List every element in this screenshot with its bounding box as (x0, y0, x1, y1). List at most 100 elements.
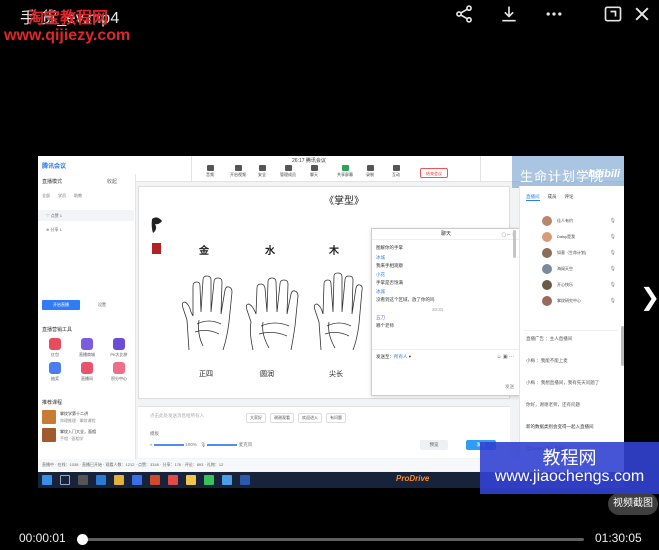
wechat-icon[interactable] (204, 475, 214, 485)
member-row[interactable]: 掌纹研究中心 🎙 (524, 294, 622, 308)
element-metal: 金 (199, 246, 209, 257)
avatar (542, 296, 552, 306)
chat-message: 手掌是否饱满 (376, 280, 403, 285)
app-room[interactable]: 直播间 (74, 362, 100, 382)
tool-share[interactable]: 共享屏幕 (337, 165, 353, 178)
quick-reply[interactable]: 谢谢观看 (270, 413, 294, 423)
member-row[interactable]: Daisy是我 🎙 (524, 230, 622, 244)
tool-members[interactable]: 管理成员 (280, 165, 296, 178)
collapse-button[interactable]: 收起 (107, 178, 117, 185)
quick-reply[interactable]: 有问题 (326, 413, 346, 423)
course-item[interactable]: 掌纹入门大全，面相 手相 · 面相学 (42, 428, 132, 444)
mic-icon[interactable]: 🎙 (610, 250, 616, 256)
windows-start-icon[interactable] (42, 475, 52, 485)
member-row[interactable]: 佳人有约 🎙 (524, 214, 622, 228)
share-icon[interactable] (452, 3, 476, 25)
mic-icon[interactable]: 🎙 (610, 234, 616, 240)
mic-slider[interactable] (207, 443, 238, 446)
app-points[interactable]: 积分中心 (106, 362, 132, 382)
tab-all[interactable]: 全部 (42, 193, 50, 199)
chat-message: 20:31 (432, 307, 444, 312)
chat-scrollbar[interactable] (513, 230, 516, 258)
quick-reply[interactable]: 欢迎进入 (298, 413, 322, 423)
settings-button[interactable]: 设置 (98, 302, 106, 308)
member-name: 掌纹研究中心 (557, 298, 581, 303)
task-view-icon[interactable] (78, 475, 88, 485)
tab-comments[interactable]: 评论 (565, 194, 574, 201)
app-icon[interactable] (240, 475, 250, 485)
mic-icon[interactable]: 🎙 (610, 266, 616, 272)
course-item[interactable]: 掌纹学第十二讲 命理推理 · 掌纹课程 (42, 410, 132, 426)
chat-send-button[interactable]: 发送 (505, 384, 514, 390)
office-icon[interactable] (150, 475, 160, 485)
app-lottery[interactable]: 抽奖 (42, 362, 68, 382)
search-icon[interactable] (60, 475, 70, 485)
end-meeting-button[interactable]: 结束会议 (420, 168, 448, 178)
send-to-selector[interactable]: 发送至：所有人 ▾ (376, 354, 411, 360)
chat-window[interactable]: 聊天 ▢ ⌐ ✕ 图解你的手掌 冰城 我来手相观察 小花 手掌是否饱满 冰城 没看到这个区域… (371, 228, 521, 396)
tools-section-title: 直播营销工具 (42, 327, 73, 333)
message-input[interactable]: 点击此处发送消息给所有人 (150, 413, 204, 419)
tool-chat[interactable]: 聊天 (306, 165, 322, 178)
watermark-cn: 教程网 (542, 448, 597, 469)
close-icon[interactable] (630, 3, 654, 25)
list-item[interactable]: ♡ 点赞 1 (38, 210, 134, 221)
template-toggle[interactable]: 模板 (150, 431, 159, 437)
app-redpacket[interactable]: 红包 (42, 338, 68, 358)
folder-icon[interactable] (114, 475, 124, 485)
comment-scrollbar[interactable] (621, 326, 624, 366)
hand-long-icon (313, 272, 363, 351)
member-row[interactable]: 海阔天空 🎙 (524, 262, 622, 276)
tool-audio[interactable]: 音频 (202, 165, 218, 178)
volume-control[interactable]: ◐ 100% 🎙 麦克风 (150, 442, 252, 448)
tab-assistants[interactable]: 助教 (74, 193, 82, 199)
chat-message: 没看到这个区域，放了你的吗 (376, 297, 435, 302)
wechat-icon[interactable] (186, 475, 196, 485)
tab-members[interactable]: 成员 (548, 194, 557, 201)
start-live-button[interactable]: 开启直播 (42, 300, 80, 310)
progress-knob[interactable] (77, 534, 88, 545)
next-arrow-icon[interactable]: ❯ (640, 283, 659, 312)
volume-slider[interactable] (153, 443, 184, 446)
watermark-url: www.qijiezy.com (4, 27, 131, 44)
download-icon[interactable] (497, 3, 521, 25)
lottery-icon (49, 362, 61, 374)
app-pk[interactable]: PK大比拼 (106, 338, 132, 358)
chat-composer[interactable]: 发送至：所有人 ▾ ☺ ▣ ··· 发送 (372, 349, 520, 395)
member-row[interactable]: 如意（生命计划) 🎙 (524, 246, 622, 260)
emoji-icon[interactable]: ☺ ▣ ··· (496, 354, 514, 360)
tool-video[interactable]: 开启视频 (230, 165, 246, 178)
hand-square-icon (181, 275, 233, 351)
hand-label-long: 尖长 (329, 370, 343, 378)
tool-record[interactable]: 录制 (362, 165, 378, 178)
mic-icon[interactable]: 🎙 (610, 298, 616, 304)
meeting-app-icon[interactable] (222, 475, 232, 485)
screen-toggle-icon[interactable] (601, 3, 625, 25)
chat-message: 我来手相观察 (376, 263, 403, 268)
edge-icon[interactable] (96, 475, 106, 485)
mic-icon[interactable]: 🎙 (610, 218, 616, 224)
more-icon[interactable] (542, 3, 566, 25)
member-row[interactable]: 开心快乐 🎙 (524, 278, 622, 292)
app-mall[interactable]: 直播商城 (74, 338, 100, 358)
left-panel: 直播模式 收起 全部 学员 助教 ♡ 点赞 1 ⊕ 分享 1 开启直播 设置 直… (38, 174, 136, 472)
app-icon[interactable] (132, 475, 142, 485)
member-name: 如意（生命计划) (557, 250, 587, 255)
tab-students[interactable]: 学员 (58, 193, 66, 199)
snapshot-button[interactable]: 视频截图 (608, 493, 658, 515)
list-item[interactable]: ⊕ 分享 1 (38, 224, 134, 235)
mall-icon (81, 338, 93, 350)
tool-interact[interactable]: 互动 (388, 165, 404, 178)
ink-seal-icon (151, 217, 162, 254)
course-thumbnail (42, 428, 56, 442)
tab-room[interactable]: 直播间 (526, 194, 540, 201)
hand-label-square: 正四 (199, 370, 213, 378)
app-icon[interactable] (168, 475, 178, 485)
mic-icon[interactable]: 🎙 (610, 282, 616, 288)
video-frame[interactable]: 腾讯会议 26:17 腾讯会议 音频 开启视频 安全 管理成员 聊天 共享屏幕 … (38, 156, 624, 488)
progress-bar[interactable] (77, 534, 584, 545)
preview-button[interactable]: 预览 (420, 440, 448, 450)
tool-security[interactable]: 安全 (254, 165, 270, 178)
quick-reply[interactable]: 大家好 (246, 413, 266, 423)
comment-item: 直播广告 ：主人直播间 (526, 336, 573, 341)
